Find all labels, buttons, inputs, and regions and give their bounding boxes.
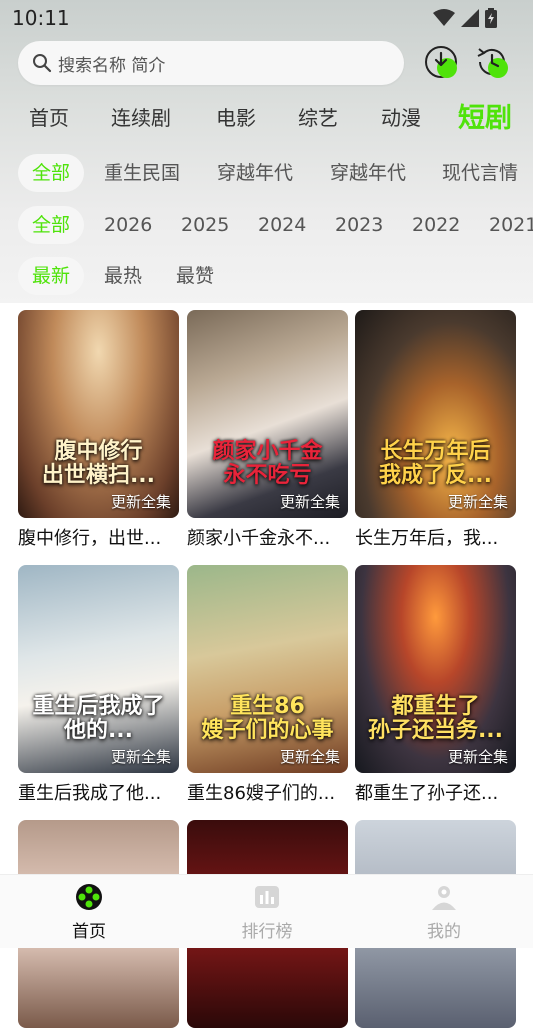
poster-image: 重生86 嫂子们的心事 更新全集 — [187, 565, 348, 773]
poster-image: 都重生了 孙子还当务... 更新全集 — [355, 565, 516, 773]
genre-chip-all[interactable]: 全部 — [18, 154, 85, 192]
nav-label: 排行榜 — [241, 922, 293, 942]
battery-icon — [485, 8, 497, 28]
poster-image: 腹中修行 出世横扫... 更新全集 — [18, 310, 179, 518]
sort-filter-row: 最新 最热 最赞 — [0, 257, 533, 297]
cellular-signal-icon — [461, 9, 479, 27]
update-badge: 更新全集 — [110, 748, 171, 766]
genre-chip[interactable]: 现代言情 — [428, 154, 532, 192]
drama-card[interactable]: 都重生了 孙子还当务... 更新全集 都重生了孙子还... — [355, 565, 516, 805]
ranking-icon — [255, 886, 279, 908]
tab-anime[interactable]: 动漫 — [381, 102, 421, 131]
status-icons — [433, 8, 497, 28]
search-bar[interactable]: 搜索名称 简介 — [18, 41, 404, 85]
genre-chip[interactable]: 穿越年代 — [316, 154, 420, 192]
nav-ranking[interactable]: 排行榜 — [217, 883, 317, 942]
poster-title-art: 长生万年后 我成了反... — [378, 438, 493, 488]
drama-card[interactable]: 长生万年后 我成了反... 更新全集 长生万年后，我... — [355, 310, 516, 550]
status-time: 10:11 — [12, 6, 70, 30]
update-badge: 更新全集 — [447, 748, 508, 766]
year-chip[interactable]: 2026 — [90, 206, 166, 244]
update-badge: 更新全集 — [279, 748, 340, 766]
genre-chip[interactable]: 穿越年代 — [203, 154, 307, 192]
home-film-icon — [76, 884, 102, 910]
poster-title-art: 重生后我成了 他的... — [32, 693, 165, 743]
search-icon — [33, 54, 52, 73]
card-title: 都重生了孙子还... — [355, 783, 499, 804]
genre-filter-row: 全部 重生民国 穿越年代 穿越年代 现代言情 — [0, 154, 533, 194]
year-filter-row: 全部 2026 2025 2024 2023 2022 2021 — [0, 206, 533, 246]
tab-short-drama[interactable]: 短剧 — [458, 96, 512, 135]
card-title: 长生万年后，我... — [355, 528, 499, 549]
poster-title-art: 重生86 嫂子们的心事 — [201, 693, 334, 743]
poster-image: 长生万年后 我成了反... 更新全集 — [355, 310, 516, 518]
drama-card[interactable]: 重生后我成了 他的... 更新全集 重生后我成了他... — [18, 565, 179, 805]
profile-icon — [432, 886, 456, 910]
tab-movie[interactable]: 电影 — [216, 102, 256, 131]
update-badge: 更新全集 — [110, 493, 171, 511]
update-badge: 更新全集 — [447, 493, 508, 511]
nav-profile[interactable]: 我的 — [394, 883, 494, 942]
year-chip[interactable]: 2021 — [475, 206, 533, 244]
bottom-navigation: 首页 排行榜 我的 — [0, 874, 533, 948]
card-title: 重生86嫂子们的... — [187, 783, 336, 804]
search-placeholder: 搜索名称 简介 — [58, 55, 166, 76]
tab-variety[interactable]: 综艺 — [298, 102, 338, 131]
year-chip[interactable]: 2024 — [244, 206, 320, 244]
sort-chip-most-liked[interactable]: 最赞 — [162, 257, 228, 295]
sort-chip-latest[interactable]: 最新 — [18, 257, 85, 295]
nav-home[interactable]: 首页 — [39, 883, 139, 942]
category-tabs: 首页 连续剧 电影 综艺 动漫 短剧 — [0, 96, 533, 136]
history-icon[interactable] — [474, 44, 510, 80]
poster-image: 重生后我成了 他的... 更新全集 — [18, 565, 179, 773]
year-chip-all[interactable]: 全部 — [18, 206, 85, 244]
poster-title-art: 腹中修行 出世横扫... — [41, 438, 156, 488]
drama-card[interactable]: 重生86 嫂子们的心事 更新全集 重生86嫂子们的... — [187, 565, 348, 805]
card-title: 颜家小千金永不... — [187, 528, 331, 549]
tab-home[interactable]: 首页 — [29, 102, 69, 131]
update-badge: 更新全集 — [279, 493, 340, 511]
drama-card[interactable]: 颜家小千金 永不吃亏 更新全集 颜家小千金永不... — [187, 310, 348, 550]
poster-title-art: 颜家小千金 永不吃亏 — [212, 438, 323, 488]
poster-image: 颜家小千金 永不吃亏 更新全集 — [187, 310, 348, 518]
card-title: 腹中修行，出世... — [18, 528, 162, 549]
nav-label: 我的 — [427, 922, 461, 942]
status-bar: 10:11 — [0, 0, 533, 36]
poster-title-art: 都重生了 孙子还当务... — [367, 693, 504, 743]
card-title: 重生后我成了他... — [18, 783, 162, 804]
year-chip[interactable]: 2022 — [398, 206, 474, 244]
genre-chip[interactable]: 重生民国 — [90, 154, 194, 192]
drama-card[interactable]: 腹中修行 出世横扫... 更新全集 腹中修行，出世... — [18, 310, 179, 550]
year-chip[interactable]: 2023 — [321, 206, 397, 244]
download-icon[interactable] — [423, 44, 459, 80]
year-chip[interactable]: 2025 — [167, 206, 243, 244]
sort-chip-hottest[interactable]: 最热 — [90, 257, 156, 295]
wifi-icon — [433, 9, 455, 26]
nav-label: 首页 — [72, 922, 106, 942]
tab-series[interactable]: 连续剧 — [111, 102, 171, 131]
